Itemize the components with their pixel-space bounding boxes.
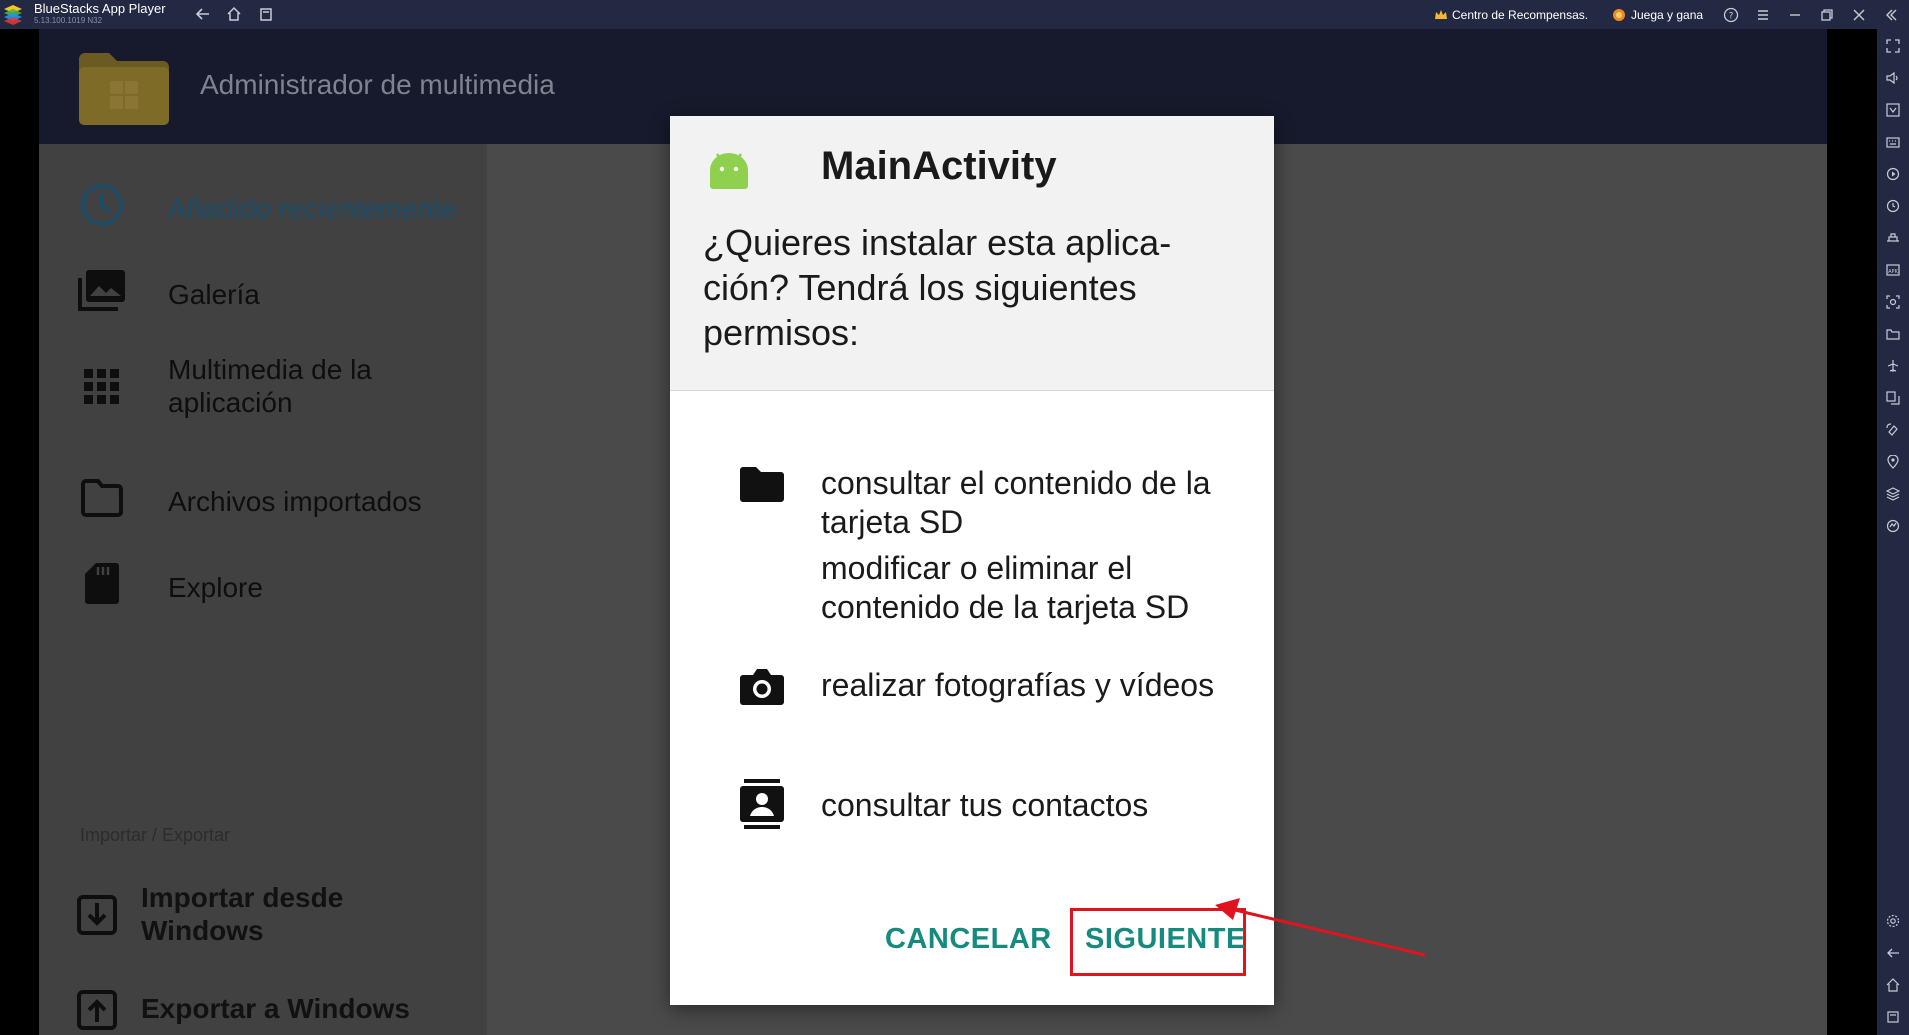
nav-label: Archivos importados	[168, 486, 422, 517]
nav-label: Galería	[168, 279, 260, 310]
nav-item-recently-added[interactable]: Añadido recientemente	[39, 164, 487, 246]
back-icon[interactable]	[193, 4, 213, 24]
cancel-button[interactable]: CANCELAR	[885, 923, 1052, 956]
nav-item-explore[interactable]: Explore	[39, 543, 487, 625]
section-label-import-export: Importar / Exportar	[80, 825, 231, 845]
camera-icon	[739, 663, 785, 709]
nav-item-export-windows[interactable]: Exportar a Windows	[39, 974, 487, 1035]
window-version: 5.13.100.1019 N32	[34, 16, 103, 25]
permission-text: consultar tus contactos	[821, 787, 1149, 823]
left-border	[0, 29, 39, 1035]
navigation-drawer: Añadido recientemente Galería Multimedia…	[39, 144, 487, 1035]
install-dialog: MainActivity ¿Quieres instalar esta apli…	[670, 116, 1274, 1005]
restore-icon[interactable]	[1816, 4, 1838, 26]
crown-icon	[1435, 9, 1447, 19]
location-icon[interactable]	[1884, 453, 1902, 471]
media-manager-logo-icon	[79, 53, 169, 125]
screenshot-icon[interactable]	[1884, 293, 1902, 311]
dialog-question: ¿Quieres instalar esta aplica-ción? Tend…	[703, 222, 1172, 353]
permission-text: realizar fotografías y vídeos	[821, 667, 1215, 703]
recent-apps-icon[interactable]	[256, 4, 276, 24]
coin-icon	[1613, 8, 1625, 21]
multi-instance-icon[interactable]	[1884, 389, 1902, 407]
eco-mode-icon[interactable]	[1884, 517, 1902, 535]
bluestacks-logo-icon	[4, 5, 22, 25]
contacts-icon	[739, 779, 785, 829]
menu-icon[interactable]	[1752, 4, 1774, 26]
close-icon[interactable]	[1848, 4, 1870, 26]
bluestacks-sidebar: APK	[1877, 29, 1909, 1035]
nav-label: Añadido recientemente	[168, 193, 456, 224]
folder-icon	[739, 461, 785, 507]
help-icon[interactable]: ?	[1720, 4, 1742, 26]
right-border	[1827, 29, 1877, 1035]
rewards-label: Centro de Recompensas.	[1452, 7, 1589, 22]
gallery-icon	[77, 265, 127, 315]
title-bar: BlueStacks App Player 5.13.100.1019 N32 …	[0, 0, 1909, 29]
dialog-title: MainActivity	[821, 144, 1057, 188]
android-screen: Administrador de multimedia Añadido reci…	[39, 29, 1827, 1035]
app-title: Administrador de multimedia	[200, 69, 555, 100]
folder-icon[interactable]	[1884, 325, 1902, 343]
volume-icon[interactable]	[1884, 69, 1902, 87]
android-home-icon[interactable]	[1884, 976, 1902, 994]
svg-text:?: ?	[1729, 12, 1734, 22]
nav-label: Importar desde Windows	[141, 882, 344, 946]
play-earn-label: Juega y gana	[1631, 7, 1704, 22]
collapse-sidebar-icon[interactable]	[1880, 4, 1902, 26]
clock-icon	[77, 180, 127, 230]
dialog-header: MainActivity ¿Quieres instalar esta apli…	[670, 116, 1274, 391]
play-earn-button[interactable]: Juega y gana	[1612, 0, 1703, 29]
rewards-button[interactable]: Centro de Recompensas.	[1434, 0, 1588, 29]
instance-manager-icon[interactable]	[1884, 229, 1902, 247]
nav-item-gallery[interactable]: Galería	[39, 250, 487, 332]
window-title: BlueStacks App Player	[34, 1, 166, 16]
nav-item-import-windows[interactable]: Importar desde Windows	[39, 869, 487, 964]
permission-text: modificar o eliminar el contenido de la …	[821, 550, 1190, 625]
export-icon	[72, 985, 122, 1035]
nav-label: Multimedia de la aplicación	[168, 354, 372, 418]
keymapping-icon[interactable]	[1884, 101, 1902, 119]
rotate-icon[interactable]	[1884, 421, 1902, 439]
sync-icon[interactable]	[1884, 197, 1902, 215]
home-icon[interactable]	[224, 4, 244, 24]
nav-label: Exportar a Windows	[141, 993, 410, 1024]
grid-icon	[77, 362, 127, 412]
nav-item-app-media[interactable]: Multimedia de la aplicación	[39, 336, 487, 442]
nav-item-imported-files[interactable]: Archivos importados	[39, 457, 487, 539]
nav-label: Explore	[168, 572, 263, 603]
svg-text:APK: APK	[1888, 269, 1898, 275]
android-icon	[710, 153, 748, 189]
android-back-icon[interactable]	[1884, 944, 1902, 962]
install-apk-icon[interactable]: APK	[1884, 261, 1902, 279]
android-recents-icon[interactable]	[1884, 1008, 1902, 1026]
airplane-icon[interactable]	[1884, 357, 1902, 375]
import-icon	[72, 890, 122, 940]
permission-text: consultar el contenido de la tarjeta SD	[821, 465, 1211, 540]
fullscreen-icon[interactable]	[1884, 37, 1902, 55]
sd-card-icon	[77, 558, 127, 608]
macro-icon[interactable]	[1884, 165, 1902, 183]
minimize-icon[interactable]	[1784, 4, 1806, 26]
next-button[interactable]: SIGUIENTE	[1085, 923, 1246, 956]
settings-icon[interactable]	[1884, 912, 1902, 930]
folder-outline-icon	[77, 473, 127, 523]
keyboard-icon[interactable]	[1884, 133, 1902, 151]
layers-icon[interactable]	[1884, 485, 1902, 503]
